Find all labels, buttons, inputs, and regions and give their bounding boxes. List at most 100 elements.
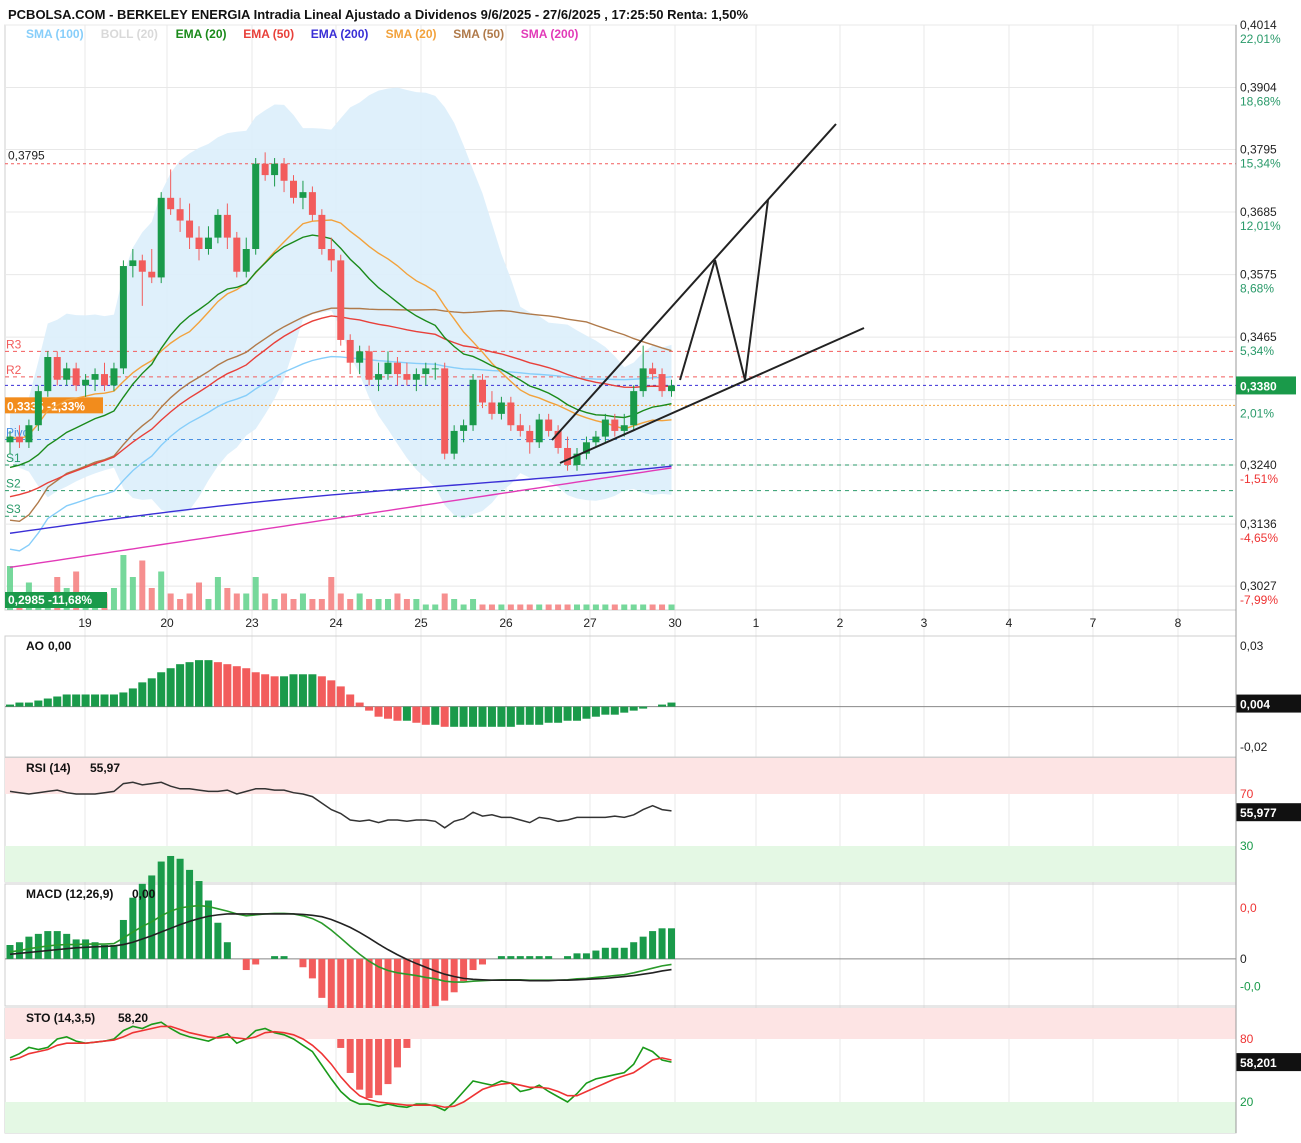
macd-hist-bar <box>639 936 647 959</box>
macd-hist-bar <box>479 958 486 965</box>
volume-bar <box>252 577 259 610</box>
ao-bar <box>242 668 251 707</box>
candle-body <box>412 374 420 380</box>
volume-bar <box>139 560 146 610</box>
price-tick-pct: 12,01% <box>1240 219 1281 233</box>
last-price-label: 0,3380 <box>1240 379 1277 393</box>
candle-body <box>261 163 269 176</box>
volume-bar <box>281 593 288 610</box>
ao-bar <box>525 706 534 725</box>
macd-hist-bar <box>252 958 260 965</box>
ao-bar <box>554 706 563 723</box>
ao-bar <box>384 706 392 719</box>
pivot-label-s2: S2 <box>6 477 21 491</box>
ao-panel: AO 0,00 0,03 -0,02 0,004 <box>5 639 1301 754</box>
ao-bar <box>157 672 166 707</box>
candle-body <box>91 374 99 380</box>
indicator-label: MACD (12,26,9) <box>26 887 113 901</box>
candle-body <box>620 425 628 431</box>
macd-hist-bar <box>223 942 231 959</box>
ao-bar <box>346 694 355 707</box>
indicator-value: 0,00 <box>132 887 156 901</box>
x-tick-label: 1 <box>753 616 760 630</box>
macd-hist-bar <box>516 956 524 959</box>
ao-bar <box>365 706 374 711</box>
macd-hist-bar <box>271 956 279 959</box>
x-tick-label: 19 <box>78 616 92 630</box>
ao-bar <box>91 694 100 707</box>
volume-bar <box>233 593 240 610</box>
candle-body <box>214 214 222 238</box>
candle-body <box>204 237 212 249</box>
ao-bar <box>573 706 581 721</box>
price-tick-pct: -7,99% <box>1240 593 1278 607</box>
volume-bar <box>196 582 202 610</box>
macd-hist-bar <box>299 958 307 968</box>
x-tick-label: 2 <box>837 616 844 630</box>
candle-body <box>535 419 543 443</box>
price-tick-pct: 18,68% <box>1240 95 1281 109</box>
volume-bar <box>422 604 429 610</box>
macd-hist-bar <box>497 956 505 959</box>
volume-bar <box>205 599 212 610</box>
price-tick-pct: 15,34% <box>1240 157 1281 171</box>
ao-bar <box>601 706 610 715</box>
candle-body <box>299 192 307 198</box>
candle-body <box>63 368 71 380</box>
candle-body <box>223 214 231 238</box>
candle-body <box>44 357 52 392</box>
price-tick-label: 0,3240 <box>1240 458 1277 472</box>
candle-body <box>148 271 156 278</box>
volume-bar <box>262 593 269 610</box>
macd-hist-bar <box>129 897 137 959</box>
indicator-tick: 70 <box>1240 787 1254 801</box>
x-tick-label: 27 <box>583 616 597 630</box>
candle-body <box>507 402 515 426</box>
volume-bar <box>536 604 543 610</box>
indicator-tick: 0,03 <box>1240 639 1264 653</box>
candle-body <box>450 430 458 454</box>
price-tick-label: 0,3904 <box>1240 81 1277 95</box>
price-tick-label: 0,3136 <box>1240 517 1277 531</box>
volume-bar <box>498 604 505 610</box>
ao-bar <box>43 698 52 707</box>
candle-body <box>34 391 42 426</box>
ao-bar <box>109 694 118 707</box>
ao-bar <box>355 702 364 707</box>
candle-body <box>422 368 430 375</box>
x-tick-label: 7 <box>1090 616 1097 630</box>
indicator-label: RSI (14) <box>26 761 71 775</box>
ao-bar <box>308 674 317 707</box>
ao-bar <box>195 660 203 707</box>
macd-hist-bar <box>318 958 326 998</box>
macd-hist-bar <box>668 928 675 959</box>
candle-body <box>110 368 118 386</box>
candle-body <box>564 447 572 466</box>
volume-bar <box>243 593 250 610</box>
pivot-label-s1: S1 <box>6 451 21 465</box>
macd-hist-bar <box>308 958 316 979</box>
price-panel: R3R2PivotS1S2S30,37950,3335 -1,33%0,2985… <box>5 24 1236 630</box>
ao-bar <box>412 706 421 723</box>
macd-hist-bar <box>649 931 657 959</box>
volume-bar <box>555 604 562 610</box>
indicator-tick: 20 <box>1240 1095 1254 1109</box>
macd-hist-bar <box>526 956 534 959</box>
indicator-value: 58,20 <box>118 1011 148 1025</box>
volume-bar <box>299 593 306 610</box>
volume-bar <box>649 604 656 610</box>
volume-bar <box>611 604 618 610</box>
candle-body <box>658 374 666 392</box>
volume-bar <box>120 555 127 610</box>
ao-bar <box>459 706 468 727</box>
macd-hist-bar <box>620 947 628 959</box>
candle-body <box>469 379 477 426</box>
volume-bar <box>488 604 495 610</box>
volume-bar <box>271 599 278 610</box>
macd-hist-bar <box>601 947 609 959</box>
macd-hist-bar <box>507 956 515 959</box>
ao-bar <box>667 702 676 707</box>
price-tick-label: 0,3575 <box>1240 268 1277 282</box>
candle-body <box>460 425 468 431</box>
ao-bar <box>213 662 222 707</box>
